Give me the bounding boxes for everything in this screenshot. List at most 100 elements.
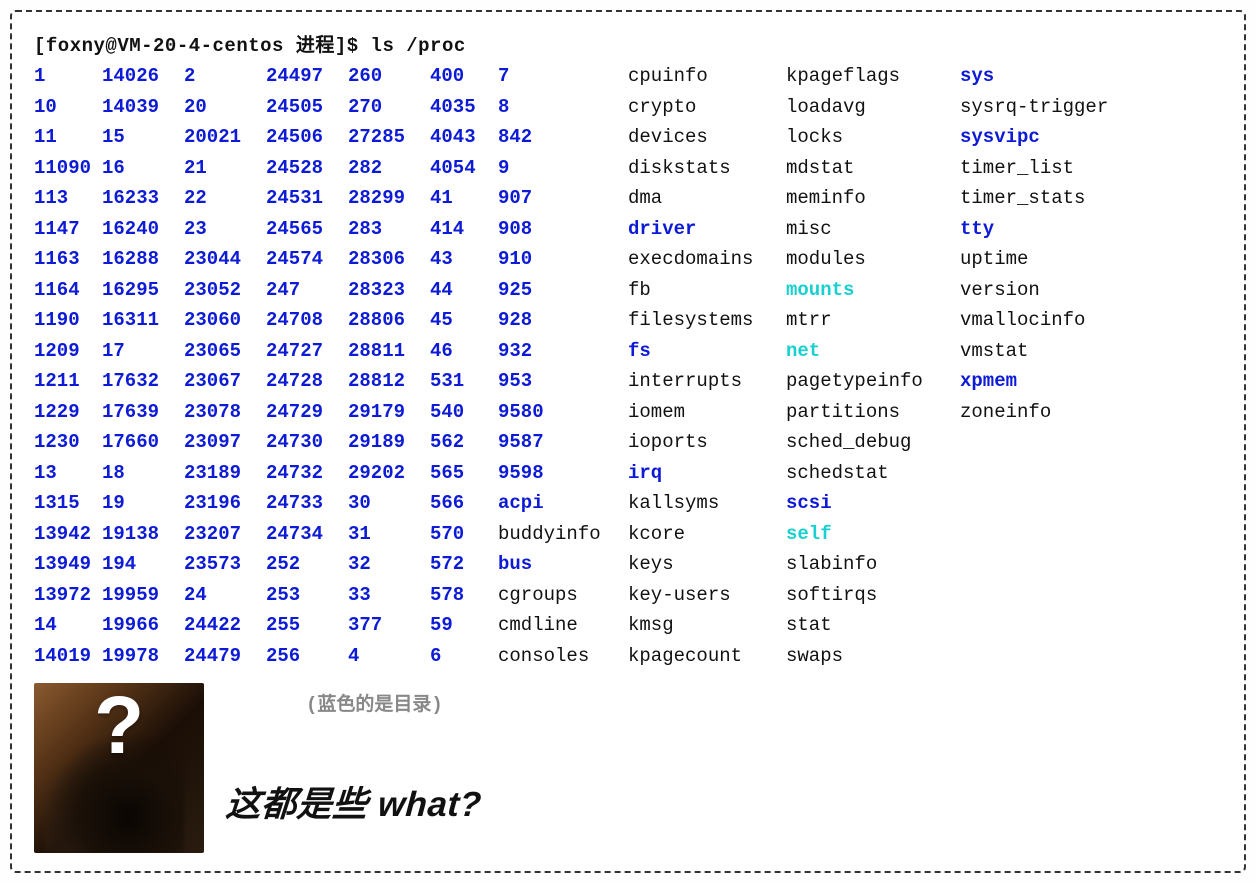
proc-entry: 24497: [266, 63, 348, 90]
proc-entry: 113: [34, 185, 102, 212]
proc-entry: 247: [266, 277, 348, 304]
proc-entry: 16311: [102, 307, 184, 334]
proc-entry: 23097: [184, 429, 266, 456]
proc-entry: kallsyms: [628, 490, 786, 517]
proc-entry: 23065: [184, 338, 266, 365]
proc-entry: misc: [786, 216, 960, 243]
proc-entry: 31: [348, 521, 430, 548]
proc-entry: 572: [430, 551, 498, 578]
proc-entry: [960, 612, 1130, 639]
proc-entry: kmsg: [628, 612, 786, 639]
ls-output: 1140262244972604007cpuinfokpageflagssys1…: [34, 63, 1226, 669]
proc-entry: [960, 490, 1130, 517]
proc-entry: 23196: [184, 490, 266, 517]
proc-entry: 23044: [184, 246, 266, 273]
proc-entry: 24565: [266, 216, 348, 243]
proc-entry: 13942: [34, 521, 102, 548]
proc-entry: 1315: [34, 490, 102, 517]
proc-entry: net: [786, 338, 960, 365]
proc-entry: 23052: [184, 277, 266, 304]
proc-entry: 20: [184, 94, 266, 121]
proc-entry: kpageflags: [786, 63, 960, 90]
proc-entry: keys: [628, 551, 786, 578]
proc-entry: 14019: [34, 643, 102, 670]
proc-entry: 194: [102, 551, 184, 578]
proc-entry: execdomains: [628, 246, 786, 273]
proc-entry: 21: [184, 155, 266, 182]
question-mark-icon: ?: [94, 685, 144, 767]
proc-entry: fs: [628, 338, 786, 365]
proc-entry: 1163: [34, 246, 102, 273]
proc-entry: 540: [430, 399, 498, 426]
proc-entry: 9598: [498, 460, 628, 487]
proc-entry: 414: [430, 216, 498, 243]
annotation-area: ? (蓝色的是目录) 这都是些 what?: [34, 683, 1226, 853]
proc-entry: 11: [34, 124, 102, 151]
proc-entry: 7: [498, 63, 628, 90]
proc-entry: 260: [348, 63, 430, 90]
proc-entry: 13972: [34, 582, 102, 609]
terminal-window: [foxny@VM-20-4-centos 进程]$ ls /proc 1140…: [10, 10, 1246, 873]
proc-entry: 253: [266, 582, 348, 609]
proc-entry: modules: [786, 246, 960, 273]
proc-entry: 4054: [430, 155, 498, 182]
proc-entry: 578: [430, 582, 498, 609]
proc-entry: devices: [628, 124, 786, 151]
proc-entry: fb: [628, 277, 786, 304]
proc-entry: driver: [628, 216, 786, 243]
proc-entry: irq: [628, 460, 786, 487]
proc-entry: 4: [348, 643, 430, 670]
proc-entry: 283: [348, 216, 430, 243]
proc-entry: 17660: [102, 429, 184, 456]
proc-entry: 17639: [102, 399, 184, 426]
proc-entry: dma: [628, 185, 786, 212]
proc-entry: [960, 521, 1130, 548]
proc-entry: 14: [34, 612, 102, 639]
proc-entry: 9587: [498, 429, 628, 456]
proc-entry: 1190: [34, 307, 102, 334]
proc-entry: 6: [430, 643, 498, 670]
proc-entry: 43: [430, 246, 498, 273]
proc-entry: 44: [430, 277, 498, 304]
proc-entry: 45: [430, 307, 498, 334]
proc-entry: sysrq-trigger: [960, 94, 1130, 121]
proc-entry: meminfo: [786, 185, 960, 212]
proc-entry: 1209: [34, 338, 102, 365]
meme-image: ?: [34, 683, 204, 853]
color-note: (蓝色的是目录): [306, 689, 482, 716]
proc-entry: vmallocinfo: [960, 307, 1130, 334]
proc-entry: 41: [430, 185, 498, 212]
proc-entry: 28812: [348, 368, 430, 395]
proc-entry: 19138: [102, 521, 184, 548]
proc-entry: cmdline: [498, 612, 628, 639]
proc-entry: 282: [348, 155, 430, 182]
proc-entry: 4035: [430, 94, 498, 121]
proc-entry: sysvipc: [960, 124, 1130, 151]
proc-entry: 566: [430, 490, 498, 517]
proc-entry: 908: [498, 216, 628, 243]
proc-entry: 400: [430, 63, 498, 90]
proc-entry: mdstat: [786, 155, 960, 182]
proc-entry: 20021: [184, 124, 266, 151]
proc-entry: ioports: [628, 429, 786, 456]
proc-entry: pagetypeinfo: [786, 368, 960, 395]
proc-entry: consoles: [498, 643, 628, 670]
proc-entry: 907: [498, 185, 628, 212]
proc-entry: 24732: [266, 460, 348, 487]
proc-entry: [960, 429, 1130, 456]
proc-entry: 24728: [266, 368, 348, 395]
proc-entry: 14026: [102, 63, 184, 90]
proc-entry: 24479: [184, 643, 266, 670]
proc-entry: scsi: [786, 490, 960, 517]
proc-entry: stat: [786, 612, 960, 639]
proc-entry: slabinfo: [786, 551, 960, 578]
proc-entry: 1230: [34, 429, 102, 456]
proc-entry: 17: [102, 338, 184, 365]
proc-entry: 28299: [348, 185, 430, 212]
proc-entry: 531: [430, 368, 498, 395]
proc-entry: 23573: [184, 551, 266, 578]
proc-entry: 9: [498, 155, 628, 182]
proc-entry: 33: [348, 582, 430, 609]
proc-entry: 24727: [266, 338, 348, 365]
proc-entry: buddyinfo: [498, 521, 628, 548]
